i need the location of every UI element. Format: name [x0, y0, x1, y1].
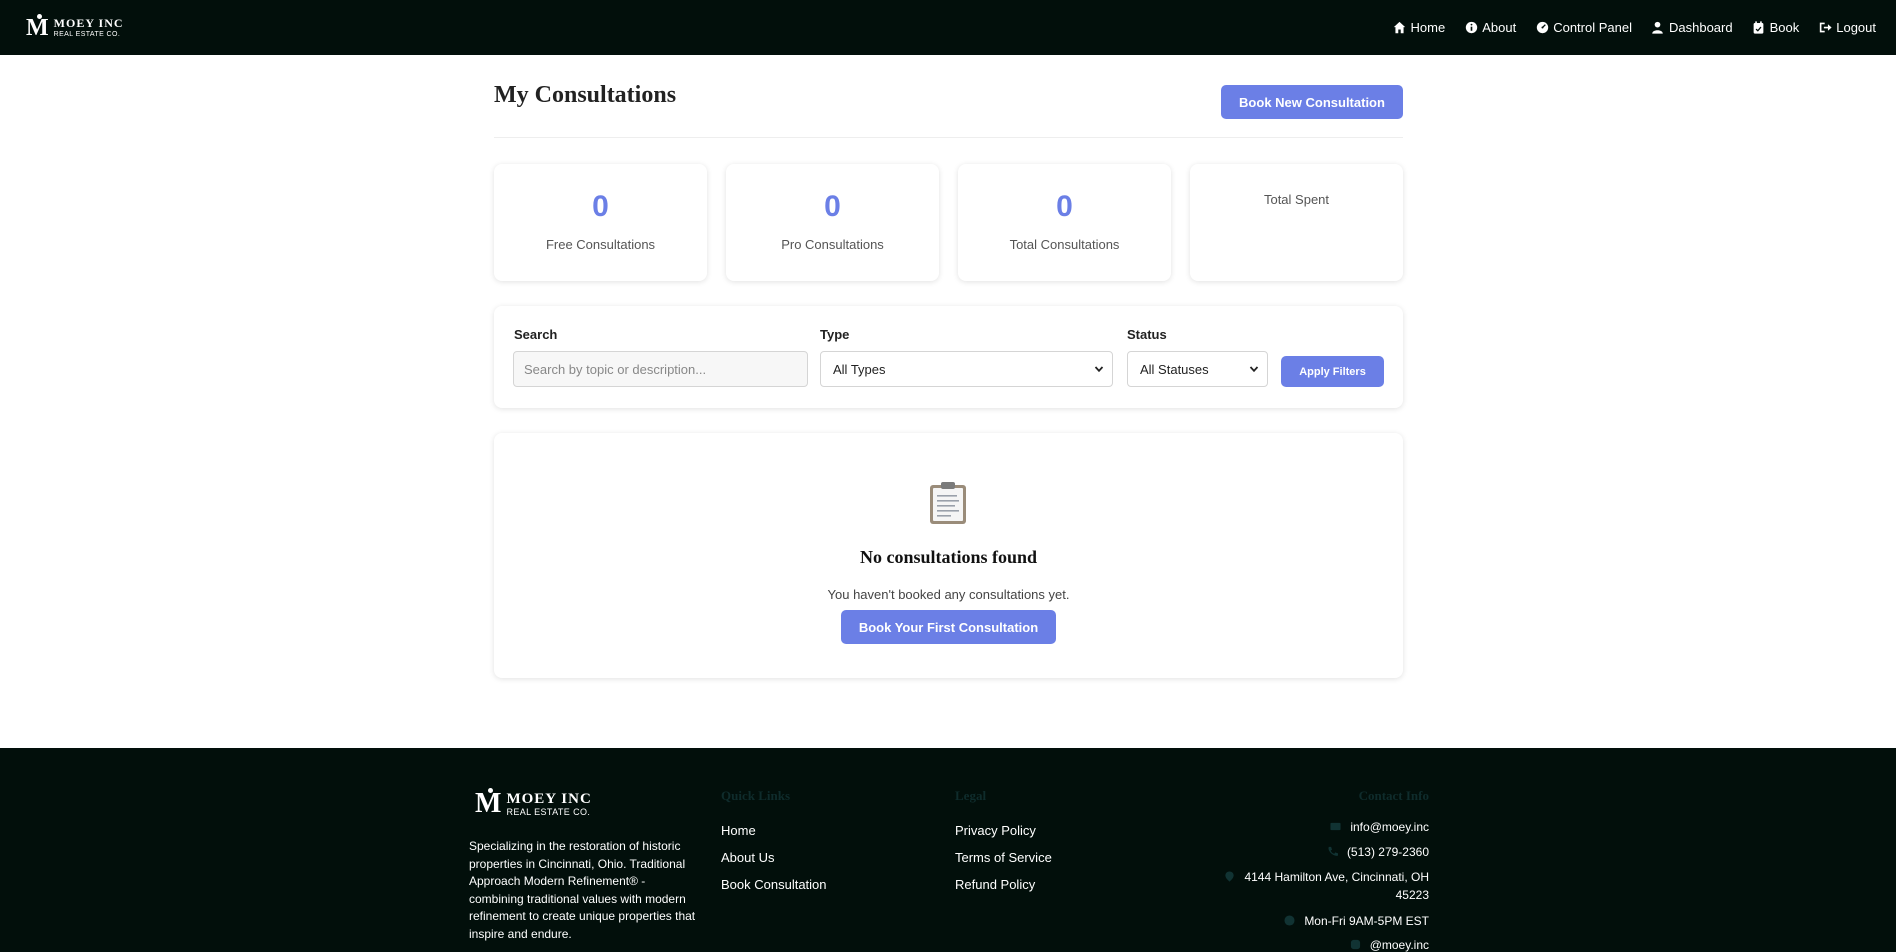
map-pin-icon [1224, 871, 1236, 883]
contact-email[interactable]: info@moey.inc [1330, 818, 1429, 836]
stat-card-free: 0 Free Consultations [494, 164, 707, 281]
title-divider [494, 137, 1403, 138]
type-label: Type [820, 327, 850, 342]
chevron-down-icon [1094, 364, 1104, 374]
status-label: Status [1127, 327, 1167, 342]
nav-home[interactable]: Home [1393, 20, 1446, 35]
phone-icon [1327, 846, 1339, 858]
contact-social[interactable]: @moey.inc [1350, 936, 1429, 952]
empty-state-title: No consultations found [859, 547, 1038, 567]
clipboard-icon [930, 482, 966, 524]
stat-card-total: 0 Total Consultations [958, 164, 1171, 281]
book-new-consultation-button[interactable]: Book New Consultation [1221, 85, 1403, 119]
envelope-icon [1330, 821, 1342, 833]
nav-control-panel-label: Control Panel [1553, 20, 1632, 35]
footer-logo[interactable]: M MOEY INC REAL ESTATE CO. [475, 788, 592, 819]
footer-link-book[interactable]: Book Consultation [721, 877, 827, 892]
address-line2: 45223 [1395, 888, 1429, 902]
footer-link-terms[interactable]: Terms of Service [955, 850, 1052, 865]
footer-link-refund[interactable]: Refund Policy [955, 877, 1035, 892]
quick-links-title: Quick Links [721, 788, 791, 803]
nav-dashboard-label: Dashboard [1668, 20, 1733, 35]
user-icon [1651, 21, 1665, 35]
calendar-check-icon [1752, 21, 1766, 35]
stat-card-pro: 0 Pro Consultations [726, 164, 939, 281]
book-first-consultation-button[interactable]: Book Your First Consultation [841, 610, 1056, 644]
search-input[interactable]: Search by topic or description... [513, 351, 808, 387]
gauge-icon [1535, 21, 1549, 35]
home-icon [1393, 21, 1407, 35]
nav-home-label: Home [1410, 20, 1446, 35]
top-navbar: M MOEY INC REAL ESTATE CO. Home About Co… [0, 0, 1896, 55]
contact-title: Contact Info [1358, 788, 1429, 803]
footer: M MOEY INC REAL ESTATE CO. Specializing … [0, 748, 1896, 952]
nav-dashboard[interactable]: Dashboard [1651, 20, 1733, 35]
status-select-value: All Statuses [1140, 361, 1209, 377]
nav-book-label: Book [1769, 20, 1800, 35]
stat-card-spent: Total Spent [1190, 164, 1403, 281]
instagram-icon [1350, 939, 1362, 951]
stat-value: 0 [592, 190, 609, 223]
footer-brand-name: MOEY INC [506, 790, 592, 807]
type-select[interactable]: All Types [820, 351, 1113, 387]
stat-label: Total Spent [1263, 192, 1330, 207]
nav-logout[interactable]: Logout [1818, 20, 1876, 35]
brand-logo[interactable]: M MOEY INC REAL ESTATE CO. [26, 13, 124, 41]
brand-subtitle: REAL ESTATE CO. [53, 30, 121, 38]
empty-state-card: No consultations found You haven't booke… [494, 433, 1403, 678]
filter-panel: Search Search by topic or description...… [494, 306, 1403, 408]
nav-book[interactable]: Book [1752, 20, 1800, 35]
legal-title: Legal [955, 788, 987, 803]
type-select-value: All Types [833, 361, 886, 377]
stat-value: 0 [1056, 190, 1073, 223]
nav-about[interactable]: About [1464, 20, 1516, 35]
brand-name: MOEY INC [53, 15, 124, 30]
info-icon [1464, 21, 1478, 35]
stat-label: Free Consultations [545, 237, 656, 252]
nav-control-panel[interactable]: Control Panel [1535, 20, 1632, 35]
footer-brand-subtitle: REAL ESTATE CO. [506, 806, 591, 817]
footer-description: Specializing in the restoration of histo… [469, 839, 696, 941]
logo-mark: M [475, 788, 501, 819]
status-select[interactable]: All Statuses [1127, 351, 1268, 387]
stat-value: 0 [824, 190, 841, 223]
page-title: My Consultations [494, 82, 677, 108]
footer-link-privacy[interactable]: Privacy Policy [955, 823, 1036, 838]
contact-phone[interactable]: (513) 279-2360 [1327, 843, 1429, 861]
address-line1: 4144 Hamilton Ave, Cincinnati, OH [1244, 870, 1429, 884]
apply-filters-button[interactable]: Apply Filters [1281, 356, 1384, 387]
chevron-down-icon [1249, 364, 1259, 374]
empty-state-text: You haven't booked any consultations yet… [827, 587, 1070, 602]
footer-link-about[interactable]: About Us [721, 850, 774, 865]
nav-about-label: About [1482, 20, 1517, 35]
contact-address: 4144 Hamilton Ave, Cincinnati, OH 45223 [1224, 868, 1429, 904]
logo-mark: M [26, 13, 49, 41]
nav-links: Home About Control Panel Dashboard Book … [1393, 20, 1876, 35]
stat-label: Pro Consultations [781, 237, 884, 252]
nav-logout-label: Logout [1836, 20, 1876, 35]
search-label: Search [514, 327, 558, 342]
contact-hours: Mon-Fri 9AM-5PM EST [1284, 912, 1429, 930]
footer-link-home[interactable]: Home [721, 823, 756, 838]
logout-icon [1818, 21, 1832, 35]
stat-label: Total Consultations [1009, 237, 1120, 252]
clock-icon [1284, 915, 1296, 927]
